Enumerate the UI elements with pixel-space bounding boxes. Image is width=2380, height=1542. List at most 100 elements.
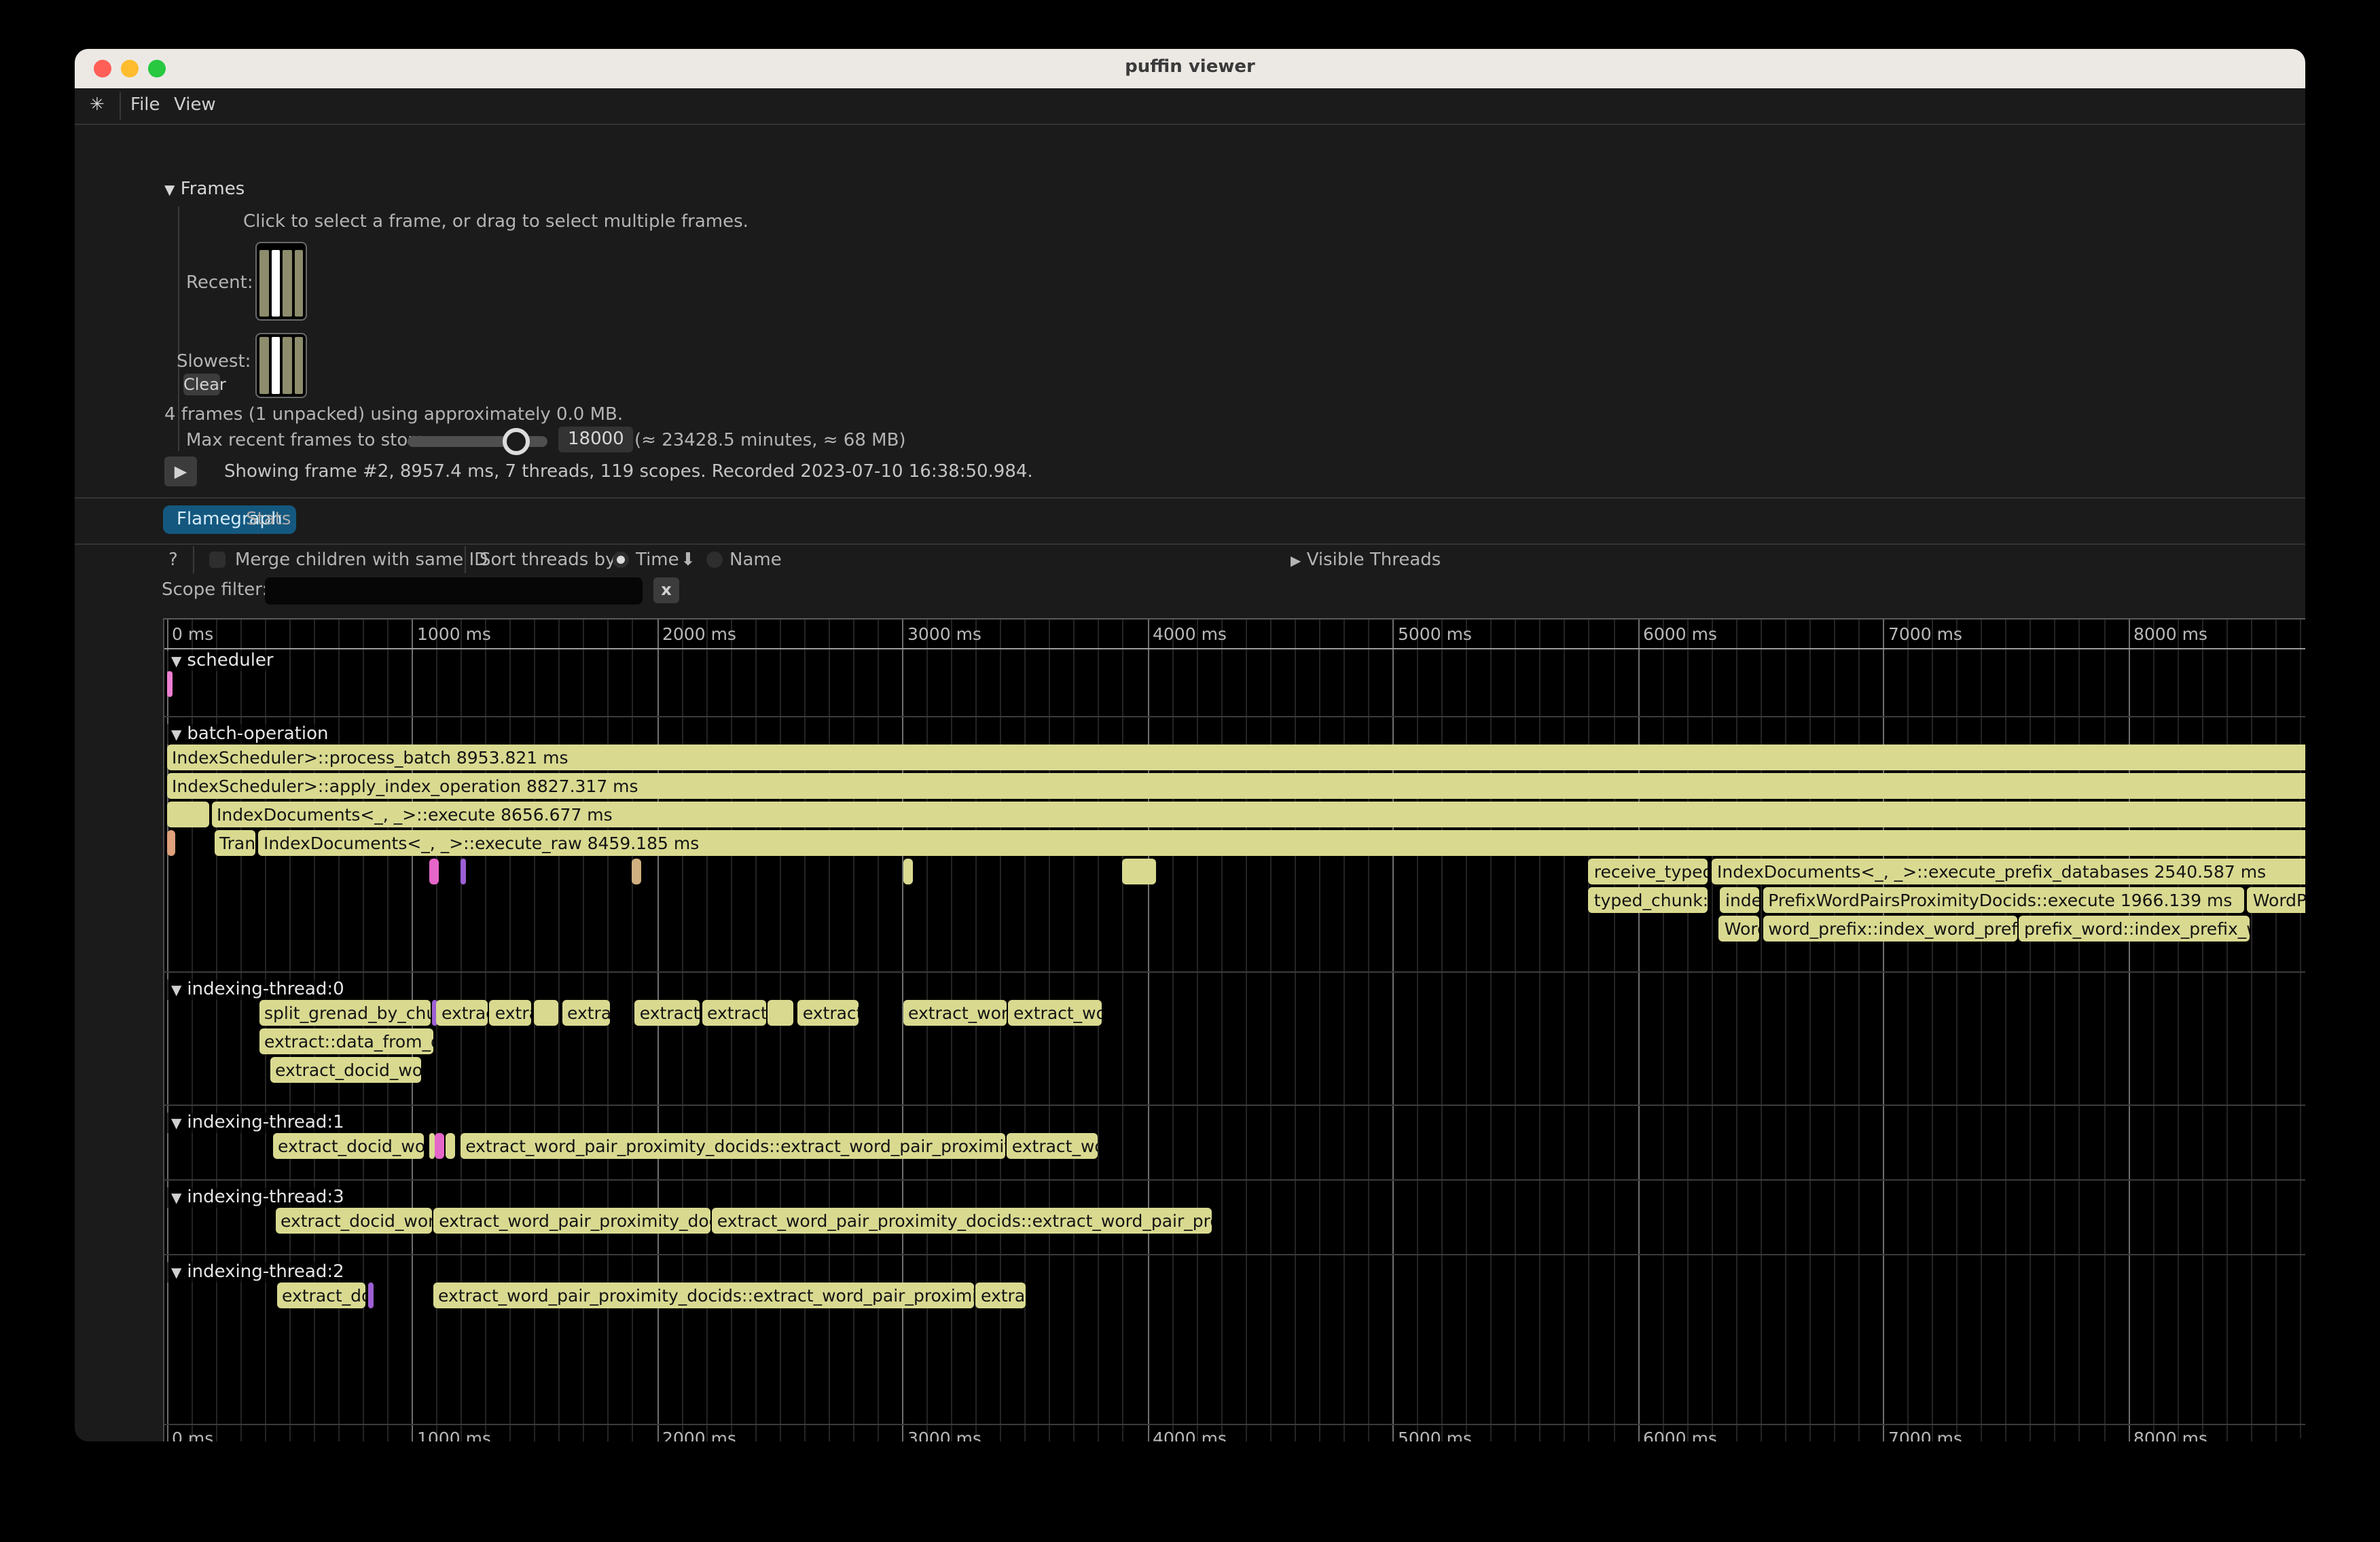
flamegraph-span[interactable]: extract_docid_word (270, 1057, 422, 1083)
flamegraph-span[interactable]: extract_docid_word (272, 1133, 423, 1159)
sort-name-radio[interactable] (706, 552, 723, 568)
merge-children-checkbox[interactable] (209, 552, 226, 568)
play-button[interactable]: ▶ (164, 456, 197, 486)
flamegraph-span[interactable]: prefix_word::index_prefix_wo (2019, 916, 2249, 942)
flamegraph-span[interactable]: extract_word_pair_proximity_docids::extr… (460, 1133, 1005, 1159)
flamegraph-span[interactable]: IndexDocuments<_, _>::execute 8656.677 m… (211, 802, 2305, 827)
help-button[interactable]: ? (168, 550, 178, 571)
flamegraph-span[interactable] (429, 859, 438, 884)
visible-threads-header[interactable]: ▶ Visible Threads (1291, 550, 1441, 571)
app-theme-icon[interactable]: ✳ (90, 95, 105, 115)
flamegraph-span[interactable]: extract_ (634, 1000, 700, 1026)
flamegraph-span[interactable]: extract_doc (276, 1283, 366, 1308)
flamegraph-span[interactable] (461, 859, 466, 884)
frame-bar[interactable] (283, 249, 291, 317)
flamegraph-span[interactable]: extract_word_pair_proximity_docids::extr… (712, 1208, 1212, 1234)
flamegraph-canvas[interactable]: 0 ms0 ms1000 ms1000 ms2000 ms2000 ms3000… (163, 618, 2305, 1441)
sort-direction-icon[interactable]: ⬇ (681, 550, 696, 571)
flamegraph-span[interactable] (446, 1133, 455, 1159)
flamegraph-span[interactable]: IndexDocuments<_, _>::execute_raw 8459.1… (258, 830, 2305, 856)
flamegraph-span[interactable]: IndexDocuments<_, _>::execute_prefix_dat… (1712, 859, 2305, 884)
grid-line (1344, 620, 1345, 1441)
clear-button[interactable]: Clear (183, 374, 220, 395)
flamegraph-span[interactable] (534, 1000, 559, 1026)
flamegraph-span[interactable] (166, 671, 172, 697)
flamegraph-span[interactable]: extrac (975, 1283, 1026, 1308)
sort-time-radio[interactable] (613, 552, 629, 568)
grid-line (755, 620, 756, 1441)
flamegraph-span[interactable]: extract (797, 1000, 859, 1026)
flamegraph-span[interactable] (167, 802, 209, 827)
flamegraph-span[interactable] (632, 859, 642, 884)
section-separator (164, 1254, 2305, 1255)
thread-header[interactable]: ▼indexing-thread:0 (167, 980, 348, 1000)
flamegraph-span[interactable]: receive_typed_ (1589, 859, 1708, 884)
ruler-tick-label: 3000 ms (907, 1428, 981, 1441)
flamegraph-span[interactable]: split_grenad_by_chun (259, 1000, 431, 1026)
flamegraph-span[interactable]: Trans (214, 830, 255, 856)
flamegraph-span[interactable]: extract_word (903, 1000, 1006, 1026)
frame-bar[interactable] (259, 249, 268, 317)
frame-bar[interactable] (294, 337, 303, 394)
slider-knob[interactable] (503, 428, 530, 455)
flamegraph-span[interactable] (429, 1133, 434, 1159)
thread-header[interactable]: ▼batch-operation (167, 724, 333, 745)
flamegraph-span[interactable]: extract_wo (1007, 1133, 1098, 1159)
flamegraph-span[interactable] (1122, 859, 1156, 884)
flamegraph-span[interactable] (768, 1000, 794, 1026)
flamegraph-span[interactable]: extra (490, 1000, 532, 1026)
grid-line (2251, 620, 2252, 1441)
flamegraph-span[interactable]: typed_chunk::w (1589, 887, 1708, 913)
flamegraph-span[interactable] (166, 830, 175, 856)
flamegraph-span[interactable]: WordPr (2248, 887, 2305, 913)
clear-filter-button[interactable]: x (653, 577, 679, 603)
flamegraph-span[interactable]: extract_word_pair_proximity_docids::extr… (433, 1283, 973, 1308)
flamegraph-span[interactable]: extract_wo (1008, 1000, 1102, 1026)
scope-filter-input[interactable] (265, 577, 643, 605)
frame-bar[interactable] (294, 249, 303, 317)
frame-bar[interactable] (283, 337, 291, 394)
recent-frames-thumbnail[interactable] (255, 242, 307, 321)
menu-file[interactable]: File (130, 95, 160, 115)
grid-line (1025, 620, 1026, 1441)
slowest-frames-thumbnail[interactable] (255, 333, 307, 398)
flamegraph-span[interactable]: IndexScheduler>::process_batch 8953.821 … (166, 745, 2305, 770)
frame-bar-selected[interactable] (271, 337, 280, 394)
thread-header[interactable]: ▼indexing-thread:1 (167, 1113, 348, 1133)
flamegraph-span[interactable]: extract_word_pair_proximity_docids (433, 1208, 710, 1234)
sort-name-label[interactable]: Name (729, 550, 782, 571)
grid-line (1490, 620, 1492, 1441)
thread-header[interactable]: ▼indexing-thread:3 (167, 1187, 348, 1208)
flamegraph-span[interactable]: extrac (562, 1000, 609, 1026)
frame-bar-selected[interactable] (271, 249, 280, 317)
flamegraph-span[interactable]: PrefixWordPairsProximityDocids::execute … (1763, 887, 2245, 913)
chevron-down-icon: ▼ (171, 1266, 181, 1281)
ruler-tick-label: 1000 ms (417, 624, 491, 644)
flamegraph-span[interactable]: extract_ (702, 1000, 766, 1026)
flamegraph-span[interactable]: IndexScheduler>::apply_index_operation 8… (166, 773, 2305, 799)
grid-line (1000, 620, 1001, 1441)
menu-view[interactable]: View (174, 95, 216, 115)
flamegraph-span[interactable] (367, 1283, 373, 1308)
grid-line (1196, 620, 1197, 1441)
max-frames-value[interactable]: 18000 (558, 427, 634, 452)
thread-header[interactable]: ▼indexing-thread:2 (167, 1262, 348, 1283)
flamegraph-span[interactable]: extract_docid_word (275, 1208, 431, 1234)
grid-line (1711, 620, 1712, 1441)
flamegraph-span[interactable]: word_prefix::index_word_prefix_ (1763, 916, 2017, 942)
grid-line (1662, 620, 1663, 1441)
flamegraph-span[interactable]: Word (1719, 916, 1759, 942)
tab-stats[interactable]: Stats (243, 505, 293, 534)
thread-header[interactable]: ▼scheduler (167, 651, 278, 671)
flamegraph-span[interactable] (903, 859, 914, 884)
grid-line (1074, 620, 1075, 1441)
sort-time-label[interactable]: Time (636, 550, 679, 571)
merge-children-label[interactable]: Merge children with same ID (235, 550, 488, 571)
grid-line (485, 620, 486, 1441)
flamegraph-span[interactable]: extract (436, 1000, 488, 1026)
flamegraph-span[interactable] (435, 1133, 445, 1159)
flamegraph-span[interactable]: index (1720, 887, 1759, 913)
frame-bar[interactable] (259, 337, 268, 394)
flamegraph-span[interactable]: extract::data_from_ob (259, 1028, 433, 1054)
frames-section-header[interactable]: ▼ Frames (164, 179, 245, 200)
